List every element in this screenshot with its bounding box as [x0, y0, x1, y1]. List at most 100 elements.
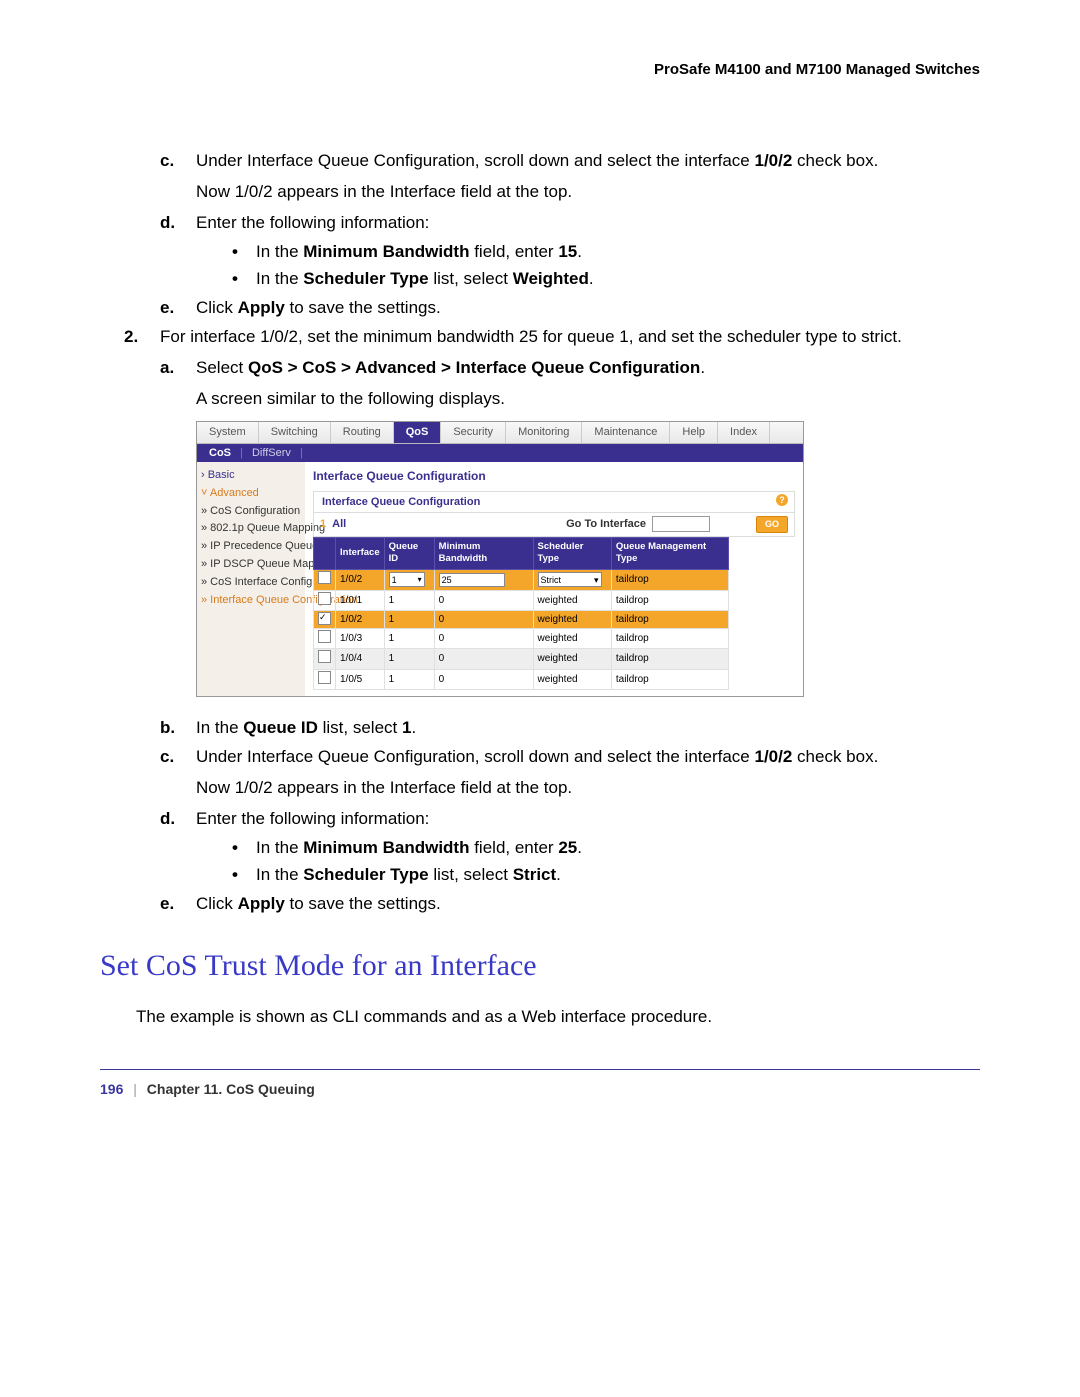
cell-interface: 1/0/1: [336, 590, 385, 611]
sidebar-item[interactable]: » CoS Configuration: [201, 502, 301, 520]
sidebar-item[interactable]: » IP DSCP Queue Mapping: [201, 556, 301, 574]
cell-min-bandwidth: 0: [434, 611, 533, 629]
embedded-ui-screenshot: SystemSwitchingRoutingQoSSecurityMonitor…: [196, 421, 804, 697]
section-heading: Set CoS Trust Mode for an Interface: [100, 946, 980, 987]
d2-bullet2: •In the Scheduler Type list, select Stri…: [232, 864, 980, 887]
tab-help[interactable]: Help: [670, 422, 718, 443]
step-c1: c. Under Interface Queue Configuration, …: [160, 150, 980, 204]
subtab-cos[interactable]: CoS: [203, 445, 237, 461]
step-2e: e. Click Apply to save the settings.: [160, 893, 980, 916]
heading-follow: The example is shown as CLI commands and…: [136, 1006, 980, 1029]
queue-id-select[interactable]: 1▾: [389, 572, 425, 587]
tab-index[interactable]: Index: [718, 422, 770, 443]
d2-bullet1: •In the Minimum Bandwidth field, enter 2…: [232, 837, 980, 860]
help-icon[interactable]: ?: [776, 494, 788, 506]
cell-queue-id: 1: [384, 611, 434, 629]
cell-queue-id: 1: [384, 669, 434, 690]
cell-queue-id: 1: [384, 649, 434, 670]
cell-interface: 1/0/3: [336, 628, 385, 649]
row-checkbox[interactable]: [318, 630, 331, 643]
column-header: Queue ID: [384, 537, 434, 570]
footer-rule: [100, 1069, 980, 1070]
sidebar-item[interactable]: » IP Precedence Queue Mapping: [201, 538, 301, 556]
tab-qos[interactable]: QoS: [394, 422, 442, 443]
table-row: 1/0/2 1▾ 25 Strict▾ taildrop: [314, 570, 729, 591]
cell-qmgmt: taildrop: [611, 649, 728, 670]
cell-interface: 1/0/2: [336, 570, 385, 591]
column-header: [314, 537, 336, 570]
cell-qmgmt: taildrop: [611, 590, 728, 611]
panel-subtitle: Interface Queue Configuration ?: [313, 491, 795, 514]
tab-maintenance[interactable]: Maintenance: [582, 422, 670, 443]
doc-header: ProSafe M4100 and M7100 Managed Switches: [100, 60, 980, 80]
cell-qmgmt: taildrop: [611, 570, 728, 591]
row-checkbox[interactable]: [318, 612, 331, 625]
row-checkbox[interactable]: [318, 650, 331, 663]
table-row: 1/0/310weightedtaildrop: [314, 628, 729, 649]
cell-interface: 1/0/5: [336, 669, 385, 690]
sidebar-item[interactable]: » 802.1p Queue Mapping: [201, 520, 301, 538]
table-row: 1/0/510weightedtaildrop: [314, 669, 729, 690]
goto-interface-label: Go To Interface: [566, 517, 646, 532]
go-button[interactable]: GO: [756, 516, 788, 532]
cell-qmgmt: taildrop: [611, 669, 728, 690]
goto-interface-input[interactable]: [652, 516, 710, 532]
sidebar-item[interactable]: › Basic: [201, 466, 301, 484]
row-checkbox[interactable]: [318, 571, 331, 584]
cell-qmgmt: taildrop: [611, 611, 728, 629]
step-c1-follow: Now 1/0/2 appears in the Interface field…: [196, 181, 980, 204]
table-row: 1/0/210weightedtaildrop: [314, 611, 729, 629]
cell-scheduler: weighted: [533, 590, 611, 611]
cell-scheduler[interactable]: Strict▾: [533, 570, 611, 591]
cell-scheduler: weighted: [533, 669, 611, 690]
cell-scheduler: weighted: [533, 649, 611, 670]
cell-queue-id: 1: [384, 628, 434, 649]
chapter-label: Chapter 11. CoS Queuing: [147, 1081, 315, 1097]
page-number: 196: [100, 1081, 123, 1097]
panel-title: Interface Queue Configuration: [313, 468, 795, 484]
cell-min-bandwidth: 0: [434, 649, 533, 670]
row-checkbox[interactable]: [318, 671, 331, 684]
tab-security[interactable]: Security: [441, 422, 506, 443]
d1-bullet1: •In the Minimum Bandwidth field, enter 1…: [232, 241, 980, 264]
min-bandwidth-input[interactable]: 25: [439, 573, 505, 587]
tab-switching[interactable]: Switching: [259, 422, 331, 443]
tab-monitoring[interactable]: Monitoring: [506, 422, 582, 443]
page-footer: 196 | Chapter 11. CoS Queuing: [100, 1080, 980, 1099]
filter-num[interactable]: 1: [320, 517, 326, 532]
filter-row: 1 All Go To Interface GO: [313, 513, 795, 536]
cell-min-bandwidth: 0: [434, 669, 533, 690]
subtab-diffserv[interactable]: DiffServ: [246, 445, 297, 461]
column-header: Minimum Bandwidth: [434, 537, 533, 570]
filter-all-link[interactable]: All: [332, 517, 346, 532]
tab-system[interactable]: System: [197, 422, 259, 443]
column-header: Scheduler Type: [533, 537, 611, 570]
step-d1: d. Enter the following information: •In …: [160, 212, 980, 291]
step-2a-follow: A screen similar to the following displa…: [196, 388, 980, 411]
sidebar-item[interactable]: » Interface Queue Configuration: [201, 591, 301, 609]
sidebar-item[interactable]: » CoS Interface Configuartion: [201, 573, 301, 591]
cell-min-bandwidth: 0: [434, 590, 533, 611]
cell-min-bandwidth[interactable]: 25: [434, 570, 533, 591]
d1-bullet2: •In the Scheduler Type list, select Weig…: [232, 268, 980, 291]
cell-qmgmt: taildrop: [611, 628, 728, 649]
row-checkbox[interactable]: [318, 592, 331, 605]
tab-routing[interactable]: Routing: [331, 422, 394, 443]
sidebar-item[interactable]: ˅ Advanced: [201, 484, 301, 502]
cell-interface: 1/0/2: [336, 611, 385, 629]
interface-queue-table: InterfaceQueue IDMinimum BandwidthSchedu…: [313, 537, 729, 691]
step-2c: c. Under Interface Queue Configuration, …: [160, 746, 980, 800]
cell-interface: 1/0/4: [336, 649, 385, 670]
table-row: 1/0/410weightedtaildrop: [314, 649, 729, 670]
column-header: Interface: [336, 537, 385, 570]
cell-scheduler: weighted: [533, 628, 611, 649]
cell-queue-id[interactable]: 1▾: [384, 570, 434, 591]
step-2d: d. Enter the following information: •In …: [160, 808, 980, 887]
cell-scheduler: weighted: [533, 611, 611, 629]
step-2b: b. In the Queue ID list, select 1.: [160, 717, 980, 740]
scheduler-select[interactable]: Strict▾: [538, 572, 602, 587]
step-2: 2. For interface 1/0/2, set the minimum …: [124, 326, 980, 916]
step-e1: e. Click Apply to save the settings.: [160, 297, 980, 320]
cell-min-bandwidth: 0: [434, 628, 533, 649]
cell-queue-id: 1: [384, 590, 434, 611]
